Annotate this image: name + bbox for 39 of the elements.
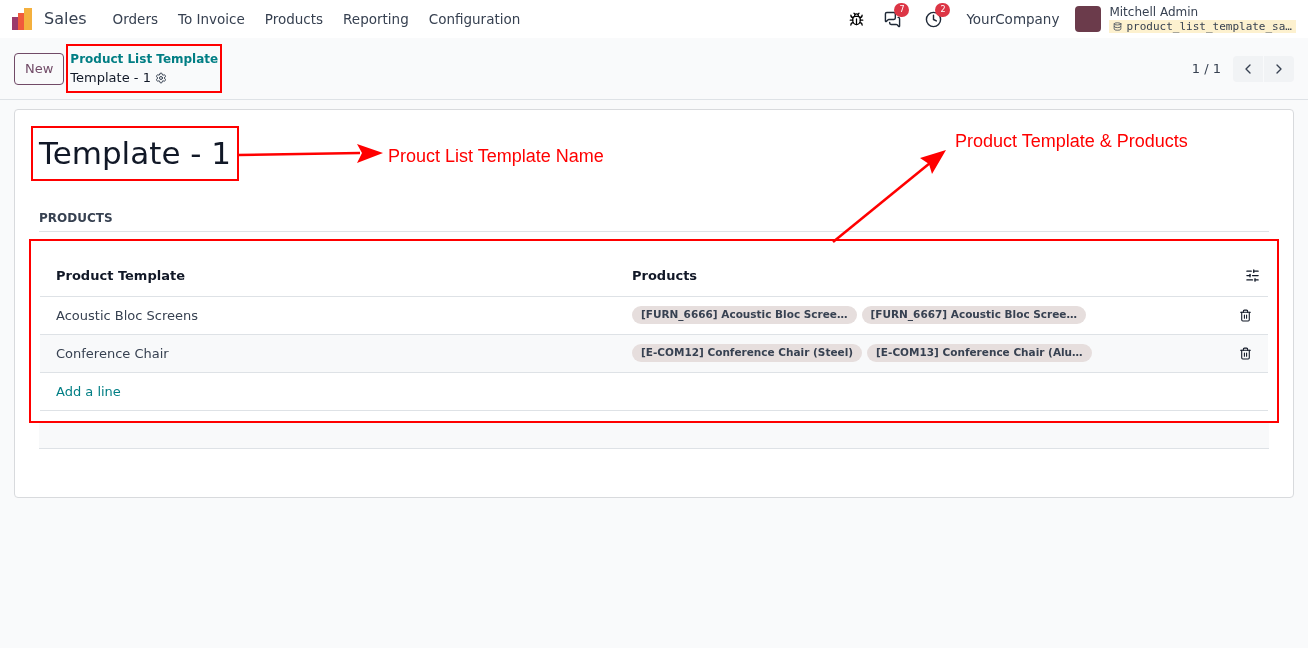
product-tag: [FURN_6667] Acoustic Bloc Scree…	[861, 306, 1086, 325]
breadcrumb-current: Template - 1	[70, 68, 151, 87]
sliders-icon[interactable]	[1245, 267, 1260, 283]
delete-icon[interactable]	[1239, 346, 1252, 360]
table-cell-text: Conference Chair	[55, 344, 170, 363]
section-heading: PRODUCTS	[39, 208, 1269, 232]
menu-item[interactable]: Reporting	[333, 8, 419, 30]
delete-icon[interactable]	[1239, 308, 1252, 322]
clock-icon[interactable]	[925, 10, 943, 28]
new-button[interactable]: New	[14, 52, 65, 85]
product-tag: [E-COM13] Conference Chair (Alu…	[867, 344, 1092, 363]
avatar[interactable]	[1075, 6, 1102, 32]
next-button[interactable]	[1264, 55, 1294, 82]
annotation-label: Prouct List Template Name	[388, 145, 604, 168]
menu-item[interactable]: Products	[254, 8, 334, 30]
database-icon	[1113, 22, 1123, 31]
column-header[interactable]: Products	[632, 265, 1245, 285]
pager-counter: 1 / 1	[1191, 59, 1221, 78]
bug-icon[interactable]	[849, 11, 865, 27]
add-line-link[interactable]: Add a line	[40, 381, 121, 401]
app-name[interactable]: Sales	[44, 7, 87, 31]
column-header[interactable]: Product Template	[40, 265, 632, 285]
settings-icon[interactable]	[154, 71, 167, 84]
database-label: product_list_template_sa…	[1109, 19, 1296, 34]
menu-item[interactable]: To Invoice	[168, 8, 255, 30]
notification-badge: 7	[894, 2, 910, 17]
chat-icon[interactable]	[884, 10, 902, 28]
product-tag: [E-COM12] Conference Chair (Steel)	[632, 344, 863, 363]
notification-badge: 2	[935, 2, 951, 17]
company-name[interactable]: YourCompany	[966, 8, 1060, 30]
previous-button[interactable]	[1233, 55, 1263, 82]
menu-item[interactable]: Orders	[102, 8, 168, 30]
table-cell-text: Acoustic Bloc Screens	[55, 306, 199, 325]
record-title: Template - 1	[39, 134, 232, 173]
product-tag: [FURN_6666] Acoustic Bloc Scree…	[632, 306, 857, 325]
menu-item[interactable]: Configuration	[418, 8, 531, 30]
breadcrumb-link[interactable]: Product List Template	[70, 49, 219, 68]
user-name[interactable]: Mitchell Admin	[1109, 4, 1296, 20]
annotation-label: Product Template & Products	[955, 130, 1188, 153]
